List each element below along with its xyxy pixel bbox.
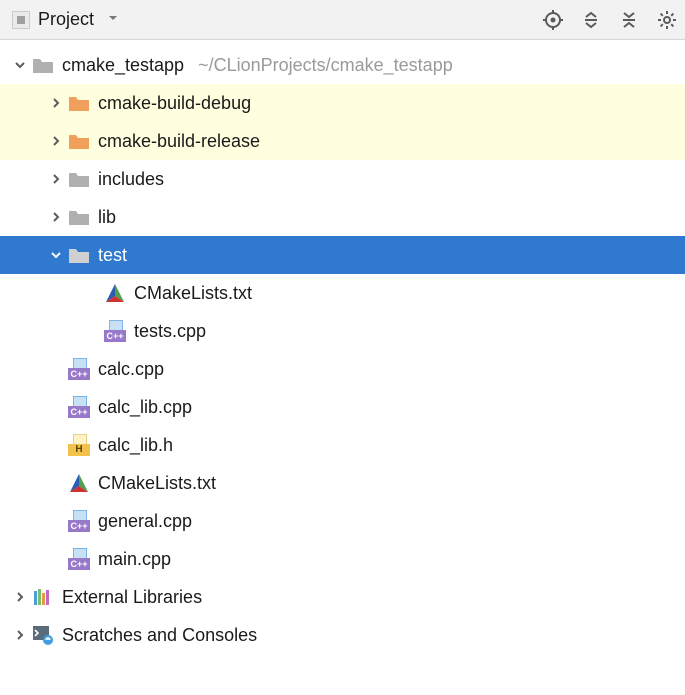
collapse-all-icon[interactable]	[619, 10, 639, 30]
tree-node-label: includes	[98, 169, 164, 190]
tree-node-label: cmake_testapp	[62, 55, 184, 76]
tree-node-label: External Libraries	[62, 587, 202, 608]
tree-node-label: cmake-build-release	[98, 131, 260, 152]
folder-icon	[66, 170, 92, 188]
tree-node-general-cpp[interactable]: C++ general.cpp	[0, 502, 685, 540]
folder-icon	[66, 94, 92, 112]
folder-icon	[66, 208, 92, 226]
cpp-file-icon: C++	[66, 510, 92, 532]
tree-node-build-release[interactable]: cmake-build-release	[0, 122, 685, 160]
tree-node-label: CMakeLists.txt	[98, 473, 216, 494]
scratches-icon	[30, 624, 56, 646]
tree-node-lib[interactable]: lib	[0, 198, 685, 236]
tree-node-build-debug[interactable]: cmake-build-debug	[0, 84, 685, 122]
tree-node-includes[interactable]: includes	[0, 160, 685, 198]
chevron-right-icon[interactable]	[10, 625, 30, 645]
project-view-icon	[12, 11, 30, 29]
folder-icon	[66, 246, 92, 264]
target-icon[interactable]	[543, 10, 563, 30]
tree-node-label: Scratches and Consoles	[62, 625, 257, 646]
chevron-right-icon[interactable]	[46, 93, 66, 113]
chevron-right-icon[interactable]	[46, 131, 66, 151]
tree-node-label: tests.cpp	[134, 321, 206, 342]
tree-node-label: cmake-build-debug	[98, 93, 251, 114]
tree-node-label: calc.cpp	[98, 359, 164, 380]
folder-icon	[66, 132, 92, 150]
tree-node-label: lib	[98, 207, 116, 228]
tree-node-scratches[interactable]: Scratches and Consoles	[0, 616, 685, 654]
tree-node-label: calc_lib.cpp	[98, 397, 192, 418]
h-file-icon: H	[66, 434, 92, 456]
tree-node-tests-cpp[interactable]: C++ tests.cpp	[0, 312, 685, 350]
tree-node-test-cmakelists[interactable]: CMakeLists.txt	[0, 274, 685, 312]
cmake-icon	[102, 282, 128, 304]
cmake-icon	[66, 472, 92, 494]
chevron-down-icon[interactable]	[46, 245, 66, 265]
folder-icon	[30, 56, 56, 74]
project-view-label[interactable]: Project	[38, 9, 94, 30]
expand-all-icon[interactable]	[581, 10, 601, 30]
tree-node-calc-lib-h[interactable]: H calc_lib.h	[0, 426, 685, 464]
project-toolbar: Project	[0, 0, 685, 40]
gear-icon[interactable]	[657, 10, 677, 30]
library-icon	[30, 587, 56, 607]
cpp-file-icon: C++	[102, 320, 128, 342]
chevron-down-icon[interactable]	[10, 55, 30, 75]
project-tree: cmake_testapp ~/CLionProjects/cmake_test…	[0, 40, 685, 654]
cpp-file-icon: C++	[66, 396, 92, 418]
tree-node-root-cmakelists[interactable]: CMakeLists.txt	[0, 464, 685, 502]
tree-node-project-root[interactable]: cmake_testapp ~/CLionProjects/cmake_test…	[0, 46, 685, 84]
tree-node-main-cpp[interactable]: C++ main.cpp	[0, 540, 685, 578]
tree-node-test[interactable]: test	[0, 236, 685, 274]
chevron-right-icon[interactable]	[10, 587, 30, 607]
tree-node-label: test	[98, 245, 127, 266]
tree-node-calc-cpp[interactable]: C++ calc.cpp	[0, 350, 685, 388]
tree-node-label: general.cpp	[98, 511, 192, 532]
cpp-file-icon: C++	[66, 358, 92, 380]
tree-node-label: CMakeLists.txt	[134, 283, 252, 304]
chevron-right-icon[interactable]	[46, 207, 66, 227]
tree-node-path: ~/CLionProjects/cmake_testapp	[198, 55, 453, 76]
chevron-right-icon[interactable]	[46, 169, 66, 189]
chevron-down-icon[interactable]	[108, 13, 118, 26]
tree-node-calc-lib-cpp[interactable]: C++ calc_lib.cpp	[0, 388, 685, 426]
tree-node-label: calc_lib.h	[98, 435, 173, 456]
tree-node-external-libraries[interactable]: External Libraries	[0, 578, 685, 616]
tree-node-label: main.cpp	[98, 549, 171, 570]
cpp-file-icon: C++	[66, 548, 92, 570]
